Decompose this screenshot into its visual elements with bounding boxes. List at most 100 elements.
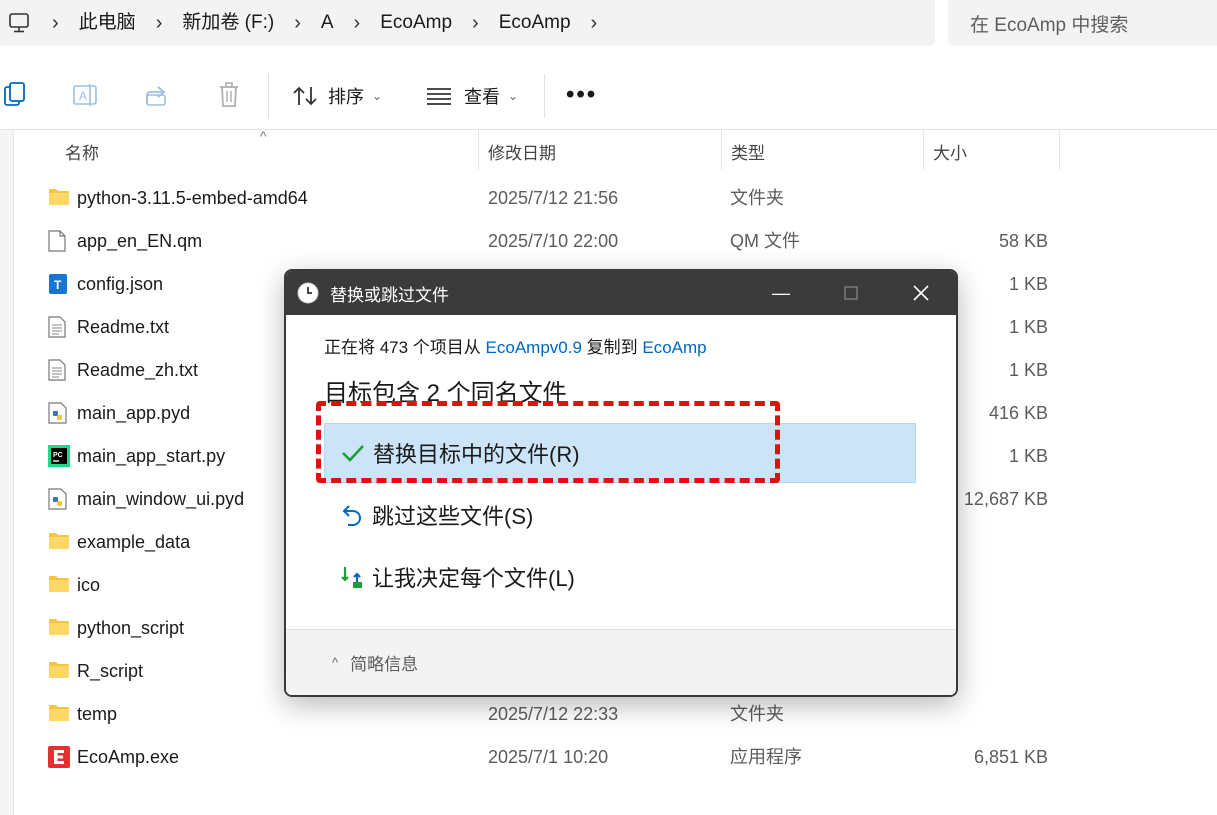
decide-each-label: 让我决定每个文件(L) [372, 566, 575, 591]
column-header-modified[interactable]: 修改日期 [488, 130, 556, 172]
skip-files-option[interactable]: 跳过这些文件(S) [324, 485, 916, 545]
file-row[interactable]: python-3.11.5-embed-amd64 2025/7/12 21:56… [40, 177, 1060, 220]
svg-text:T: T [54, 278, 62, 292]
breadcrumb-ecoamp[interactable]: EcoAmp [380, 0, 452, 46]
command-bar: A 排序 ⌄ 查看 ⌄ ••• [0, 64, 1217, 128]
breadcrumb-this-pc[interactable]: 此电脑 [79, 0, 136, 46]
file-name: main_app_start.py [77, 446, 226, 466]
skip-files-label: 跳过这些文件(S) [372, 504, 534, 529]
file-name: app_en_EN.qm [77, 231, 203, 251]
sort-button[interactable]: 排序 ⌄ [292, 80, 382, 112]
folder-icon [48, 617, 70, 639]
red-dashed-annotation [316, 401, 780, 483]
dialog-title: 替换或跳过文件 [330, 285, 449, 305]
file-name: config.json [77, 274, 164, 294]
column-header-size[interactable]: 大小 [933, 130, 967, 172]
file-row[interactable]: EcoAmp.exe 2025/7/1 10:20 应用程序 6,851 KB [40, 736, 1060, 779]
text-file-icon [48, 359, 70, 381]
minimize-button[interactable]: — [746, 271, 816, 315]
file-name: R_script [77, 661, 144, 681]
chevron-right-icon[interactable]: › [452, 0, 499, 46]
file-modified-date: 2025/7/10 22:00 [488, 231, 619, 251]
pycharm-file-icon: PC [48, 445, 70, 467]
column-header-name[interactable]: 名称 [65, 130, 99, 172]
column-separator[interactable] [923, 130, 924, 170]
file-size: 1 KB [1008, 446, 1048, 466]
python-file-icon [48, 402, 70, 424]
source-folder-link[interactable]: EcoAmpv0.9 [486, 338, 582, 357]
dialog-footer: ^ 简略信息 [286, 629, 956, 695]
file-name: Readme_zh.txt [77, 360, 199, 380]
clock-icon [296, 281, 320, 305]
column-separator[interactable] [1059, 130, 1060, 170]
folder-icon [48, 187, 70, 209]
file-name: python-3.11.5-embed-amd64 [77, 188, 308, 208]
navigation-pane-edge [0, 130, 14, 815]
file-name: EcoAmp.exe [77, 747, 180, 767]
file-size: 1 KB [1008, 274, 1048, 294]
file-size: 58 KB [998, 231, 1048, 251]
column-separator[interactable] [478, 130, 479, 170]
copy-icon[interactable] [0, 80, 30, 110]
file-row[interactable]: app_en_EN.qm 2025/7/10 22:00 QM 文件 58 KB [40, 220, 1060, 263]
breadcrumb-folder-a[interactable]: A [321, 0, 334, 46]
svg-text:A: A [79, 89, 87, 103]
sort-icon [292, 85, 318, 107]
destination-folder-link[interactable]: EcoAmp [642, 338, 706, 357]
file-modified-date: 2025/7/12 22:33 [488, 704, 619, 724]
skip-icon [338, 501, 366, 529]
chevron-right-icon[interactable]: › [274, 0, 321, 46]
address-bar[interactable]: › 此电脑 › 新加卷 (F:) › A › EcoAmp › EcoAmp › [0, 0, 935, 46]
rename-icon[interactable]: A [70, 80, 100, 110]
file-size: 6,851 KB [973, 747, 1048, 767]
breadcrumb-drive[interactable]: 新加卷 (F:) [182, 0, 274, 46]
delete-icon[interactable] [214, 80, 244, 110]
more-options-button[interactable]: ••• [566, 80, 597, 110]
fewer-details-toggle[interactable]: ^ 简略信息 [332, 650, 418, 675]
copy-middle: 复制到 [581, 338, 643, 357]
file-name: python_script [77, 618, 185, 638]
share-icon[interactable] [142, 80, 172, 110]
file-name: main_app.pyd [77, 403, 191, 423]
chevron-right-icon[interactable]: › [334, 0, 381, 46]
folder-icon [48, 703, 70, 725]
view-icon [426, 86, 452, 106]
maximize-button[interactable] [816, 271, 886, 315]
chevron-right-icon[interactable]: › [571, 0, 618, 46]
folder-icon [48, 531, 70, 553]
column-header-type[interactable]: 类型 [731, 130, 765, 172]
fewer-details-label: 简略信息 [350, 655, 419, 674]
sort-label: 排序 [328, 87, 364, 107]
computer-icon [6, 11, 32, 35]
file-name: main_window_ui.pyd [77, 489, 245, 509]
view-button[interactable]: 查看 ⌄ [426, 80, 518, 112]
file-name: example_data [77, 532, 191, 552]
close-button[interactable] [886, 271, 956, 315]
file-modified-date: 2025/7/1 10:20 [488, 747, 609, 767]
text-file-icon [48, 316, 70, 338]
column-separator[interactable] [721, 130, 722, 170]
file-icon [48, 230, 70, 252]
decide-each-option[interactable]: 让我决定每个文件(L) [324, 547, 916, 607]
ecoamp-app-icon [48, 746, 70, 768]
sort-ascending-icon: ^ [260, 128, 267, 144]
copy-status-text: 正在将 473 个项目从 EcoAmpv0.9 复制到 EcoAmp [324, 333, 707, 358]
file-row[interactable]: temp 2025/7/12 22:33 文件夹 [40, 693, 1060, 736]
breadcrumb-ecoamp-current[interactable]: EcoAmp [499, 0, 571, 46]
python-file-icon [48, 488, 70, 510]
search-input[interactable]: 在 EcoAmp 中搜索 [948, 0, 1217, 46]
folder-icon [48, 660, 70, 682]
file-modified-date: 2025/7/12 21:56 [488, 188, 619, 208]
file-type: 应用程序 [730, 747, 802, 767]
file-size: 12,687 KB [963, 489, 1048, 509]
chevron-right-icon[interactable]: › [136, 0, 183, 46]
file-name: ico [77, 575, 101, 595]
chevron-up-icon: ^ [332, 655, 339, 670]
file-name: temp [77, 704, 118, 724]
file-size: 416 KB [988, 403, 1048, 423]
replace-skip-dialog: 替换或跳过文件 — 正在将 473 个项目从 EcoAmpv0.9 复制到 Ec… [284, 269, 958, 697]
toolbar-divider-line [0, 129, 1217, 130]
copy-prefix: 正在将 473 个项目从 [324, 338, 486, 357]
dialog-titlebar[interactable]: 替换或跳过文件 — [286, 271, 956, 315]
chevron-right-icon[interactable]: › [32, 0, 79, 46]
